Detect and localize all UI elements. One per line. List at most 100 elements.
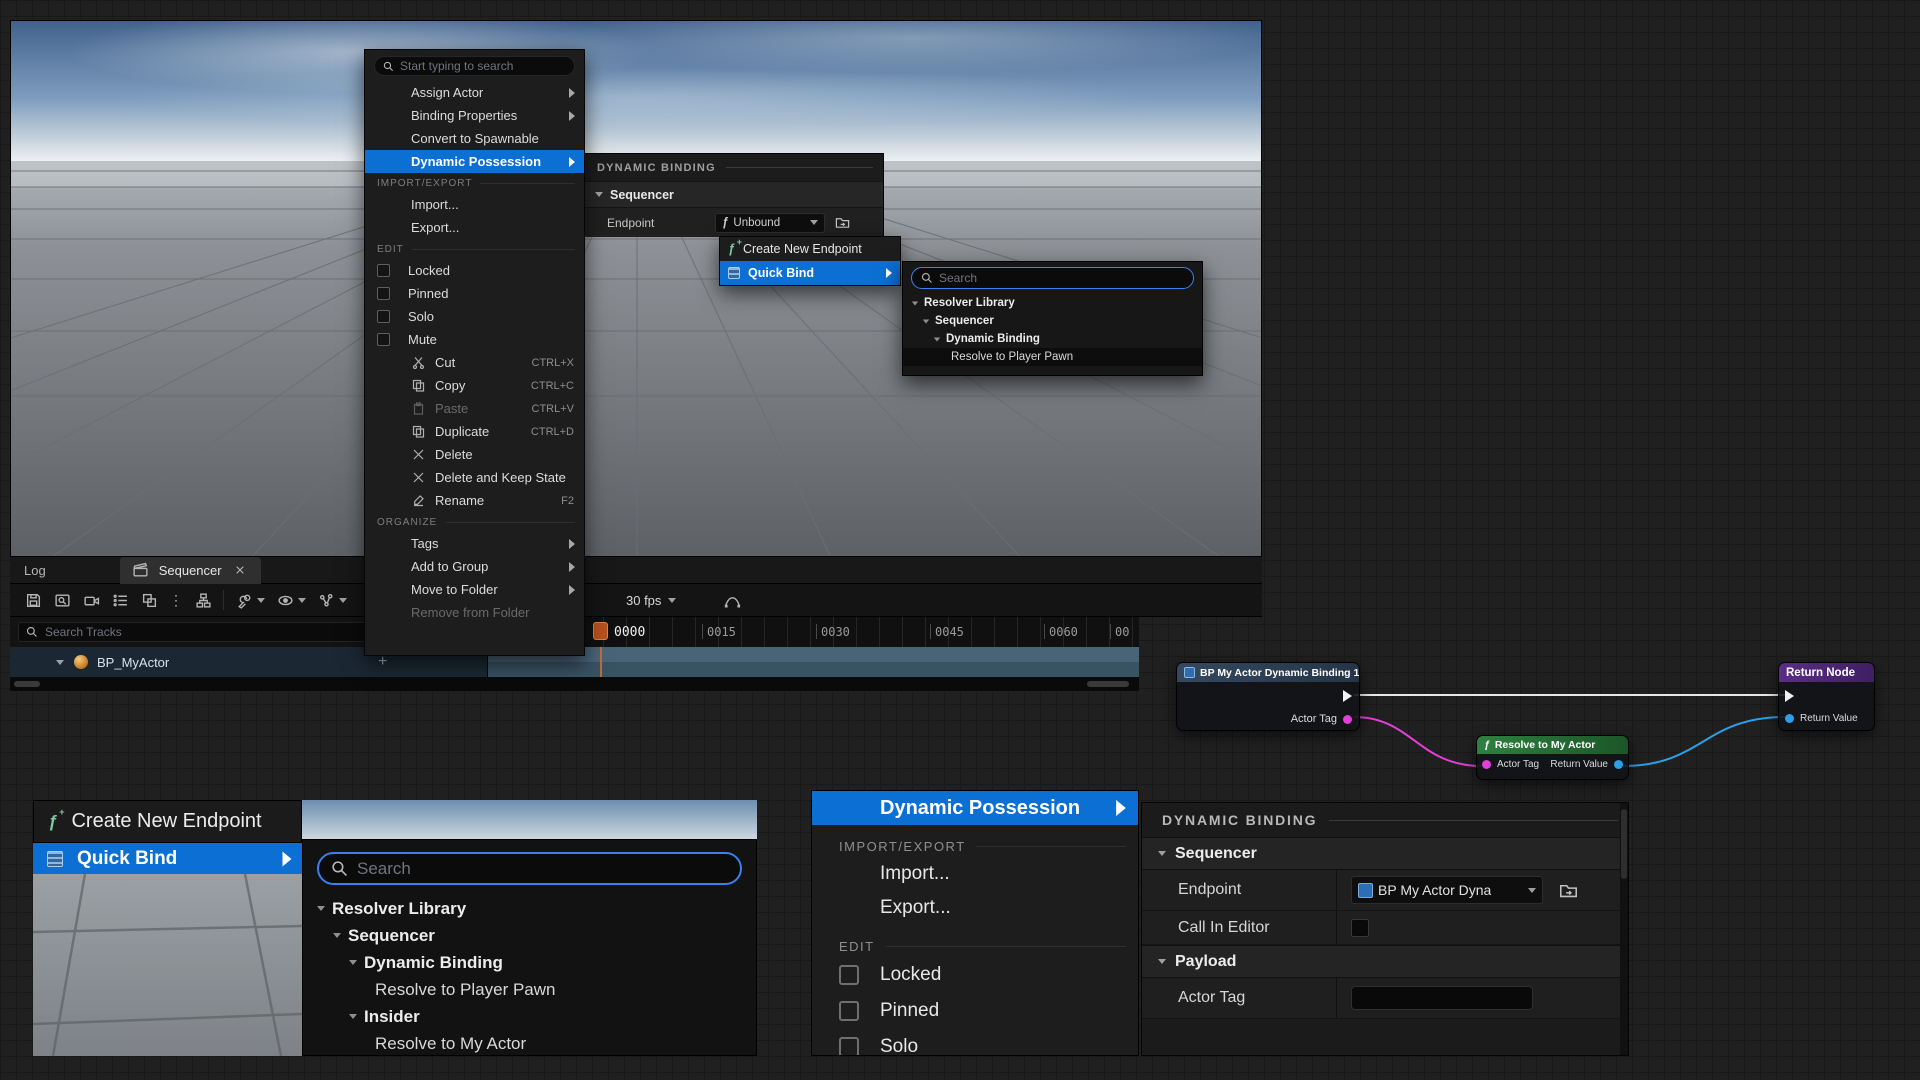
layers-icon[interactable] [140,591,158,609]
menu-item-export[interactable]: Export... [812,891,1138,925]
track-timeline-area[interactable] [488,647,1139,677]
pin-dot-magenta[interactable] [1482,760,1491,769]
close-icon[interactable] [231,561,249,579]
call-in-editor-checkbox[interactable] [1351,919,1369,937]
menu-item-paste[interactable]: PasteCTRL+V [365,397,584,420]
scrollbar-thumb[interactable] [1621,809,1627,879]
menu-item-delete[interactable]: Delete [365,443,584,466]
endpoint-combobox[interactable]: ƒ Unbound [715,213,825,233]
tab-log[interactable]: Log [24,563,46,578]
fps-dropdown[interactable]: 30 fps [626,593,676,608]
exec-in-pin[interactable] [1785,690,1794,702]
resolver-search-input[interactable] [939,271,1184,285]
tree-item-dynamic-binding[interactable]: Dynamic Binding [903,330,1202,348]
menu-item-quick-bind[interactable]: Quick Bind [720,261,900,285]
menu-item-export[interactable]: Export... [365,216,584,239]
menu-item-dynamic-possession[interactable]: Dynamic Possession [365,150,584,173]
browse-asset-icon[interactable] [835,215,850,230]
checkbox[interactable] [377,333,390,346]
node-binding-event[interactable]: BP My Actor Dynamic Binding 1 Actor Tag [1176,662,1360,731]
actor-tag-in-pin[interactable]: Actor Tag [1482,759,1539,770]
menu-item-add-to-group[interactable]: Add to Group [365,555,584,578]
tree-item-sequencer[interactable]: Sequencer [903,312,1202,330]
tab-sequencer[interactable]: Sequencer [120,557,261,584]
find-in-browser-icon[interactable] [53,591,71,609]
panel-scrollbar[interactable] [1620,803,1628,1055]
menu-item-rename[interactable]: RenameF2 [365,489,584,512]
menu-item-move-to-folder[interactable]: Move to Folder [365,578,584,601]
tree-item-dynamic-binding[interactable]: Dynamic Binding [303,949,756,976]
menu-item-binding-properties[interactable]: Binding Properties [365,104,584,127]
menu-item-convert-to-spawnable[interactable]: Convert to Spawnable [365,127,584,150]
return-value-out-pin[interactable]: Return Value [1550,759,1623,770]
tree-item-sequencer[interactable]: Sequencer [303,922,756,949]
menu-item-pinned[interactable]: Pinned [812,993,1138,1029]
view-options-dropdown[interactable] [276,591,306,609]
return-value-in-pin[interactable]: Return Value [1785,713,1858,724]
track-expander-icon[interactable] [56,660,64,665]
timeline-ruler[interactable]: 0000 0015 0030 0045 0060 00 [488,617,1139,647]
menu-item-cut[interactable]: CutCTRL+X [365,351,584,374]
menu-search-input[interactable] [400,59,566,73]
exec-out-pin[interactable] [1343,690,1352,702]
resolver-search-box[interactable] [317,852,742,885]
tree-item-resolver-library[interactable]: Resolver Library [303,895,756,922]
wrench-dropdown[interactable] [235,591,265,609]
menu-item-mute[interactable]: Mute [365,328,584,351]
tree-item-resolve-to-player-pawn[interactable]: Resolve to Player Pawn [903,348,1202,366]
checkbox[interactable] [377,287,390,300]
checkbox[interactable] [839,1037,859,1056]
resolver-search-input[interactable] [357,859,728,879]
actor-tag-input[interactable] [1351,986,1533,1010]
menu-item-solo[interactable]: Solo [365,305,584,328]
tree-item-insider[interactable]: Insider [303,1003,756,1030]
tree-item-resolver-library[interactable]: Resolver Library [903,294,1202,312]
menu-item-locked[interactable]: Locked [365,259,584,282]
menu-item-assign-actor[interactable]: Assign Actor [365,81,584,104]
save-icon[interactable] [24,591,42,609]
timeline-scrollbar[interactable] [10,677,1139,691]
hierarchy-icon[interactable] [194,591,212,609]
resolver-search-box[interactable] [911,267,1194,289]
endpoint-combobox[interactable]: BP My Actor Dyna [1351,876,1543,904]
menu-item-duplicate[interactable]: DuplicateCTRL+D [365,420,584,443]
playhead-marker[interactable] [593,622,608,640]
menu-search-box[interactable] [374,56,575,76]
node-resolve-function[interactable]: ƒ Resolve to My Actor Actor Tag Return V… [1476,735,1629,780]
node-return[interactable]: Return Node Return Value [1778,662,1875,731]
tree-item-resolve-to-my-actor[interactable]: Resolve to My Actor [303,1030,756,1056]
menu-item-create-new-endpoint[interactable]: ƒ+ Create New Endpoint [33,800,302,843]
menu-item-locked[interactable]: Locked [812,957,1138,993]
menu-item-solo[interactable]: Solo [812,1029,1138,1056]
menu-item-quick-bind[interactable]: Quick Bind [33,843,302,874]
tree-item-resolve-to-player-pawn[interactable]: Resolve to Player Pawn [303,976,756,1003]
menu-item-import[interactable]: Import... [812,857,1138,891]
pin-dot-blue[interactable] [1614,760,1623,769]
checkbox[interactable] [839,1001,859,1021]
camera-icon[interactable] [82,591,100,609]
curve-editor-icon[interactable] [723,591,741,609]
node-binding-header[interactable]: BP My Actor Dynamic Binding 1 [1177,663,1359,682]
menu-item-pinned[interactable]: Pinned [365,282,584,305]
menu-item-import[interactable]: Import... [365,193,584,216]
menu-item-copy[interactable]: CopyCTRL+C [365,374,584,397]
menu-item-tags[interactable]: Tags [365,532,584,555]
browse-asset-icon[interactable] [1559,881,1578,900]
kebab-menu-icon[interactable]: ⋮ [169,592,183,609]
zoom-thumb[interactable] [1087,681,1129,687]
pin-dot-blue[interactable] [1785,714,1794,723]
checkbox[interactable] [377,310,390,323]
checkbox[interactable] [377,264,390,277]
section-sequencer[interactable]: Sequencer [1142,837,1628,870]
menu-item-delete-keep-state[interactable]: Delete and Keep State [365,466,584,489]
section-payload[interactable]: Payload [1142,945,1628,978]
menu-item-create-new-endpoint[interactable]: ƒ+ Create New Endpoint [720,237,900,261]
checkbox[interactable] [839,965,859,985]
menu-item-dynamic-possession[interactable]: Dynamic Possession [812,791,1138,825]
node-resolve-header[interactable]: ƒ Resolve to My Actor [1477,736,1628,754]
pin-dot-magenta[interactable] [1343,715,1352,724]
actor-tag-out-pin[interactable]: Actor Tag [1291,713,1352,725]
menu-item-remove-from-folder[interactable]: Remove from Folder [365,601,584,624]
section-sequencer[interactable]: Sequencer [585,181,883,208]
scrollbar-thumb[interactable] [14,681,40,687]
